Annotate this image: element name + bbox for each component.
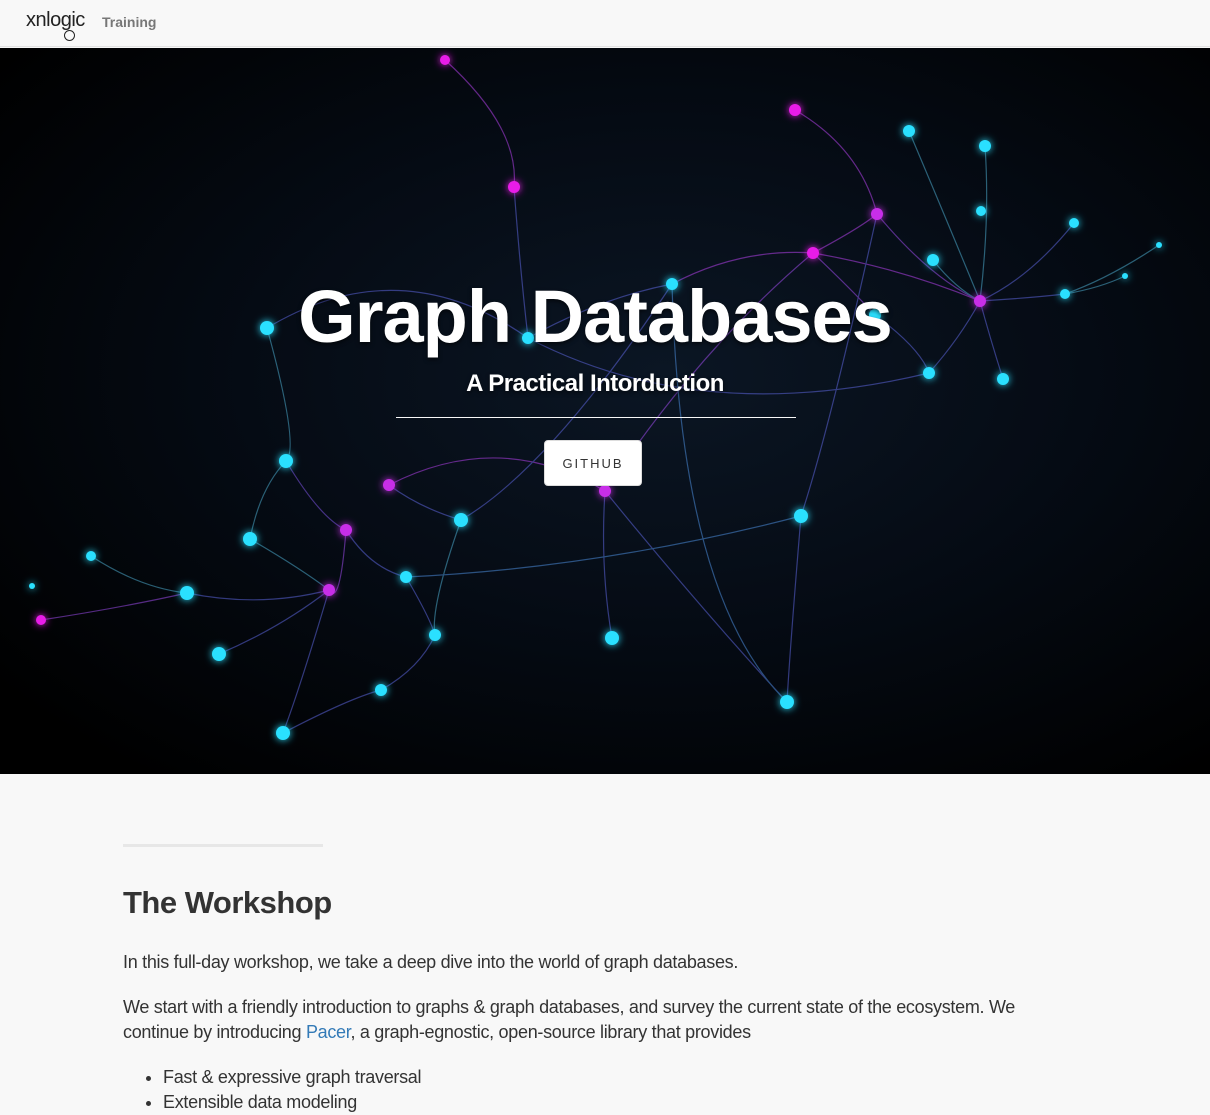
- node-cyan: [212, 647, 226, 661]
- node-cyan: [375, 684, 387, 696]
- hero-title: Graph Databases: [298, 275, 893, 358]
- nav-section-training[interactable]: Training: [102, 14, 156, 30]
- node-cyan: [780, 695, 794, 709]
- node-cyan: [243, 532, 257, 546]
- node-cyan: [979, 140, 991, 152]
- node-cyan: [400, 571, 412, 583]
- node-cyan: [976, 206, 986, 216]
- node-magenta: [36, 615, 46, 625]
- node-cyan: [29, 583, 35, 589]
- section-heading: The Workshop: [123, 885, 332, 920]
- node-cyan: [429, 629, 441, 641]
- list-item: Extensible data modeling: [163, 1090, 421, 1115]
- node-magenta: [440, 55, 450, 65]
- github-button[interactable]: GITHUB: [544, 440, 642, 486]
- feature-list: Fast & expressive graph traversal Extens…: [123, 1065, 422, 1115]
- node-cyan: [180, 586, 194, 600]
- node-cyan: [454, 513, 468, 527]
- node-magenta: [807, 247, 819, 259]
- pacer-link[interactable]: Pacer: [306, 1022, 351, 1042]
- graph-network-illustration: [29, 55, 1162, 740]
- list-item: Fast & expressive graph traversal: [163, 1065, 422, 1090]
- hero-subtitle: A Practical Intorduction: [466, 370, 724, 397]
- logo-text: xnlogic: [26, 9, 85, 31]
- node-cyan: [1069, 218, 1079, 228]
- top-navbar: xnlogic Training: [0, 0, 1210, 47]
- hero-banner: Graph Databases A Practical Intorduction…: [0, 48, 1210, 774]
- node-cyan: [927, 254, 939, 266]
- node-magenta: [323, 584, 335, 596]
- node-magenta: [383, 479, 395, 491]
- node-cyan: [86, 551, 96, 561]
- logo-ring-icon: [64, 30, 75, 41]
- node-magenta: [508, 181, 520, 193]
- section-divider: [123, 844, 323, 847]
- node-magenta: [340, 524, 352, 536]
- node-magenta: [871, 208, 883, 220]
- node-cyan: [279, 454, 293, 468]
- node-magenta: [789, 104, 801, 116]
- description-paragraph: We start with a friendly introduction to…: [123, 995, 1063, 1045]
- node-cyan: [605, 631, 619, 645]
- node-cyan: [794, 509, 808, 523]
- description-text-cont: , a graph-egnostic, open-source library …: [350, 1022, 751, 1042]
- intro-paragraph: In this full-day workshop, we take a dee…: [123, 952, 739, 972]
- xnlogic-logo[interactable]: xnlogic: [26, 9, 85, 41]
- node-cyan: [276, 726, 290, 740]
- node-cyan: [1156, 242, 1162, 248]
- hero-divider: [396, 417, 796, 418]
- node-cyan: [903, 125, 915, 137]
